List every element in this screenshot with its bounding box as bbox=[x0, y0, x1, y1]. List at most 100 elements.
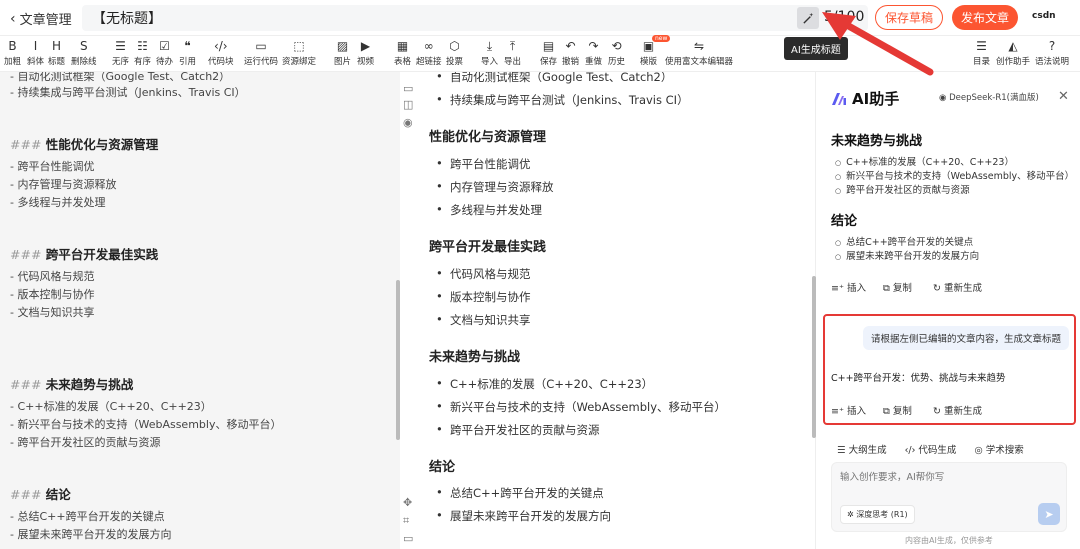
toolbar-template[interactable]: ▣ 模版 new bbox=[640, 35, 671, 67]
copy-button[interactable]: ⧉ 复制 bbox=[883, 403, 912, 417]
assistant-icon: ◭ bbox=[1008, 39, 1018, 53]
toolbar-save[interactable]: ▤ 保存 bbox=[540, 38, 557, 67]
preview-item-text: 内存管理与资源释放 bbox=[450, 180, 554, 194]
md-heading-line[interactable]: ### 未来趋势与挑战 bbox=[10, 374, 133, 393]
refresh-icon: ↻ bbox=[933, 283, 941, 294]
toolbar-vote[interactable]: ⬡ 投票 bbox=[446, 38, 463, 67]
tab-academic[interactable]: ◎ 学术搜索 bbox=[968, 440, 1029, 458]
markdown-editor[interactable]: - 自动化测试框架（Google Test、Catch2） - 持续集成与跨平台测… bbox=[0, 72, 400, 549]
quote-icon: ❝ bbox=[184, 39, 191, 53]
crosshair-icon[interactable]: ✥ bbox=[403, 496, 412, 509]
tab-code[interactable]: ‹/› 代码生成 bbox=[899, 440, 963, 458]
toolbar-redo[interactable]: ↷ 重做 bbox=[585, 38, 602, 67]
preview-item-text: 版本控制与协作 bbox=[450, 290, 531, 304]
preview-scrollbar[interactable] bbox=[812, 276, 816, 438]
monitor-icon[interactable]: ▭ bbox=[403, 532, 413, 545]
md-list-line[interactable]: - 持续集成与跨平台测试（Jenkins、Travis CI） bbox=[10, 84, 246, 100]
preview-list-item: 文档与知识共享 bbox=[436, 312, 531, 328]
md-list-line[interactable]: - 自动化测试框架（Google Test、Catch2） bbox=[10, 72, 230, 84]
bold-icon: B bbox=[8, 39, 17, 53]
toolbar-todo[interactable]: ☑ 待办 bbox=[156, 38, 173, 67]
md-list-line[interactable]: - 跨平台开发社区的贡献与资源 bbox=[10, 434, 160, 450]
toolbar-quote[interactable]: ❝ 引用 bbox=[179, 38, 196, 67]
brand-logo: csdn bbox=[1032, 11, 1056, 21]
split-view-icon[interactable]: ◫ bbox=[403, 98, 413, 111]
toolbar-bold[interactable]: B 加粗 bbox=[4, 38, 21, 67]
md-list-line[interactable]: - 新兴平台与技术的支持（WebAssembly、移动平台） bbox=[10, 416, 281, 432]
toolbar-link[interactable]: ∞ 超链接 bbox=[416, 38, 442, 67]
toolbar-undo[interactable]: ↶ 撤销 bbox=[562, 38, 579, 67]
run-code-icon: ▭ bbox=[255, 39, 267, 53]
md-list-line[interactable]: - C++标准的发展（C++20、C++23） bbox=[10, 398, 212, 414]
insert-icon: ≡⁺ bbox=[831, 283, 844, 294]
toolbar-table[interactable]: ▦ 表格 bbox=[394, 38, 411, 67]
expand-icon[interactable]: ⌗ bbox=[403, 514, 409, 528]
md-list-line[interactable]: - 版本控制与协作 bbox=[10, 286, 94, 302]
heading-text: 未来趋势与挑战 bbox=[45, 377, 134, 392]
sync-scroll-icon[interactable]: ▭ bbox=[403, 82, 413, 95]
preview-item-text: 文档与知识共享 bbox=[450, 313, 531, 327]
toolbar-label: 表格 bbox=[394, 57, 412, 67]
heading-text: 跨平台开发最佳实践 bbox=[45, 247, 159, 262]
toolbar-heading[interactable]: H 标题 bbox=[48, 38, 65, 67]
md-list-line[interactable]: - 展望未来跨平台开发的发展方向 bbox=[10, 526, 171, 542]
ai-tool-tabs: ☰ 大纲生成 ‹/› 代码生成 ◎ 学术搜索 bbox=[831, 440, 1030, 458]
top-bar: ‹ 文章管理 5/100 保存草稿 发布文章 csdn bbox=[0, 0, 1080, 36]
toolbar-unordered-list[interactable]: ☰ 无序 bbox=[112, 38, 129, 67]
toolbar-video[interactable]: ▶ 视频 bbox=[357, 38, 374, 67]
ai-logo-icon bbox=[832, 92, 846, 105]
toolbar-rich-editor[interactable]: ⇋ 使用富文本编辑器 bbox=[665, 38, 733, 67]
toolbar-history[interactable]: ⟲ 历史 bbox=[608, 38, 625, 67]
preview-list-item: 新兴平台与技术的支持（WebAssembly、移动平台） bbox=[436, 399, 726, 415]
md-list-line[interactable]: - 总结C++跨平台开发的关键点 bbox=[10, 508, 165, 524]
md-heading-line[interactable]: ### 跨平台开发最佳实践 bbox=[10, 244, 158, 263]
article-title-input[interactable] bbox=[82, 5, 868, 31]
copy-button[interactable]: ⧉ 复制 bbox=[883, 280, 912, 294]
publish-button[interactable]: 发布文章 bbox=[952, 5, 1018, 30]
user-message-bubble: 请根据左侧已编辑的文章内容，生成文章标题 bbox=[863, 326, 1070, 350]
md-list-line[interactable]: - 多线程与并发处理 bbox=[10, 194, 105, 210]
toolbar-run-code[interactable]: ▭ 运行代码 bbox=[244, 38, 278, 67]
tab-outline[interactable]: ☰ 大纲生成 bbox=[831, 440, 893, 458]
toolbar-label: 撤销 bbox=[562, 57, 580, 67]
send-button[interactable]: ➤ bbox=[1038, 503, 1060, 525]
toolbar-code-block[interactable]: ‹/› 代码块 bbox=[208, 38, 234, 67]
toolbar-strike[interactable]: S 删除线 bbox=[71, 38, 97, 67]
preview-list-item: 跨平台开发社区的贡献与资源 bbox=[436, 422, 599, 438]
deep-think-toggle[interactable]: ✲ 深度思考 (R1) bbox=[840, 505, 915, 524]
preview-heading: 结论 bbox=[429, 460, 456, 475]
md-list-line[interactable]: - 跨平台性能调优 bbox=[10, 158, 94, 174]
preview-item-text: 跨平台性能调优 bbox=[450, 157, 531, 171]
md-heading-line[interactable]: ### 性能优化与资源管理 bbox=[10, 134, 158, 153]
toolbar-ordered-list[interactable]: ☷ 有序 bbox=[134, 38, 151, 67]
toolbar-label: 导入 bbox=[481, 57, 499, 67]
toolbar-image[interactable]: ▨ 图片 bbox=[334, 38, 351, 67]
insert-button[interactable]: ≡⁺ 插入 bbox=[831, 280, 866, 294]
toolbar-export[interactable]: ⤒ 导出 bbox=[504, 38, 521, 67]
ai-prompt-input[interactable] bbox=[840, 469, 1060, 493]
toolbar-import[interactable]: ⤓ 导入 bbox=[481, 38, 498, 67]
regenerate-button[interactable]: ↻ 重新生成 bbox=[933, 280, 982, 294]
insert-button[interactable]: ≡⁺ 插入 bbox=[831, 403, 866, 417]
regenerate-button[interactable]: ↻ 重新生成 bbox=[933, 403, 982, 417]
save-draft-button[interactable]: 保存草稿 bbox=[875, 5, 943, 30]
todo-icon: ☑ bbox=[159, 39, 170, 53]
model-selector[interactable]: ◉ DeepSeek-R1(满血版) bbox=[939, 91, 1039, 103]
toolbar-syntax-help[interactable]: ? 语法说明 bbox=[1035, 38, 1069, 67]
md-heading-line[interactable]: ### 结论 bbox=[10, 484, 71, 503]
preview-item-text: 展望未来跨平台开发的发展方向 bbox=[450, 509, 611, 523]
toolbar-italic[interactable]: I 斜体 bbox=[27, 38, 44, 67]
close-icon[interactable]: ✕ bbox=[1058, 89, 1069, 104]
md-list-line[interactable]: - 文档与知识共享 bbox=[10, 304, 94, 320]
toolbar-resource-bind[interactable]: ⬚ 资源绑定 bbox=[282, 38, 316, 67]
link-icon: ∞ bbox=[423, 39, 434, 53]
md-list-line[interactable]: - 内存管理与资源释放 bbox=[10, 176, 116, 192]
ai-title-button[interactable] bbox=[797, 7, 819, 29]
eye-icon[interactable]: ◉ bbox=[403, 116, 413, 129]
deepseek-icon: ✲ bbox=[847, 510, 854, 519]
back-to-articles-link[interactable]: ‹ 文章管理 bbox=[10, 9, 72, 29]
toolbar-toc[interactable]: ☰ 目录 bbox=[973, 38, 990, 67]
back-label: 文章管理 bbox=[19, 13, 72, 28]
md-list-line[interactable]: - 代码风格与规范 bbox=[10, 268, 94, 284]
toolbar-assistant[interactable]: ◭ 创作助手 bbox=[996, 38, 1030, 67]
